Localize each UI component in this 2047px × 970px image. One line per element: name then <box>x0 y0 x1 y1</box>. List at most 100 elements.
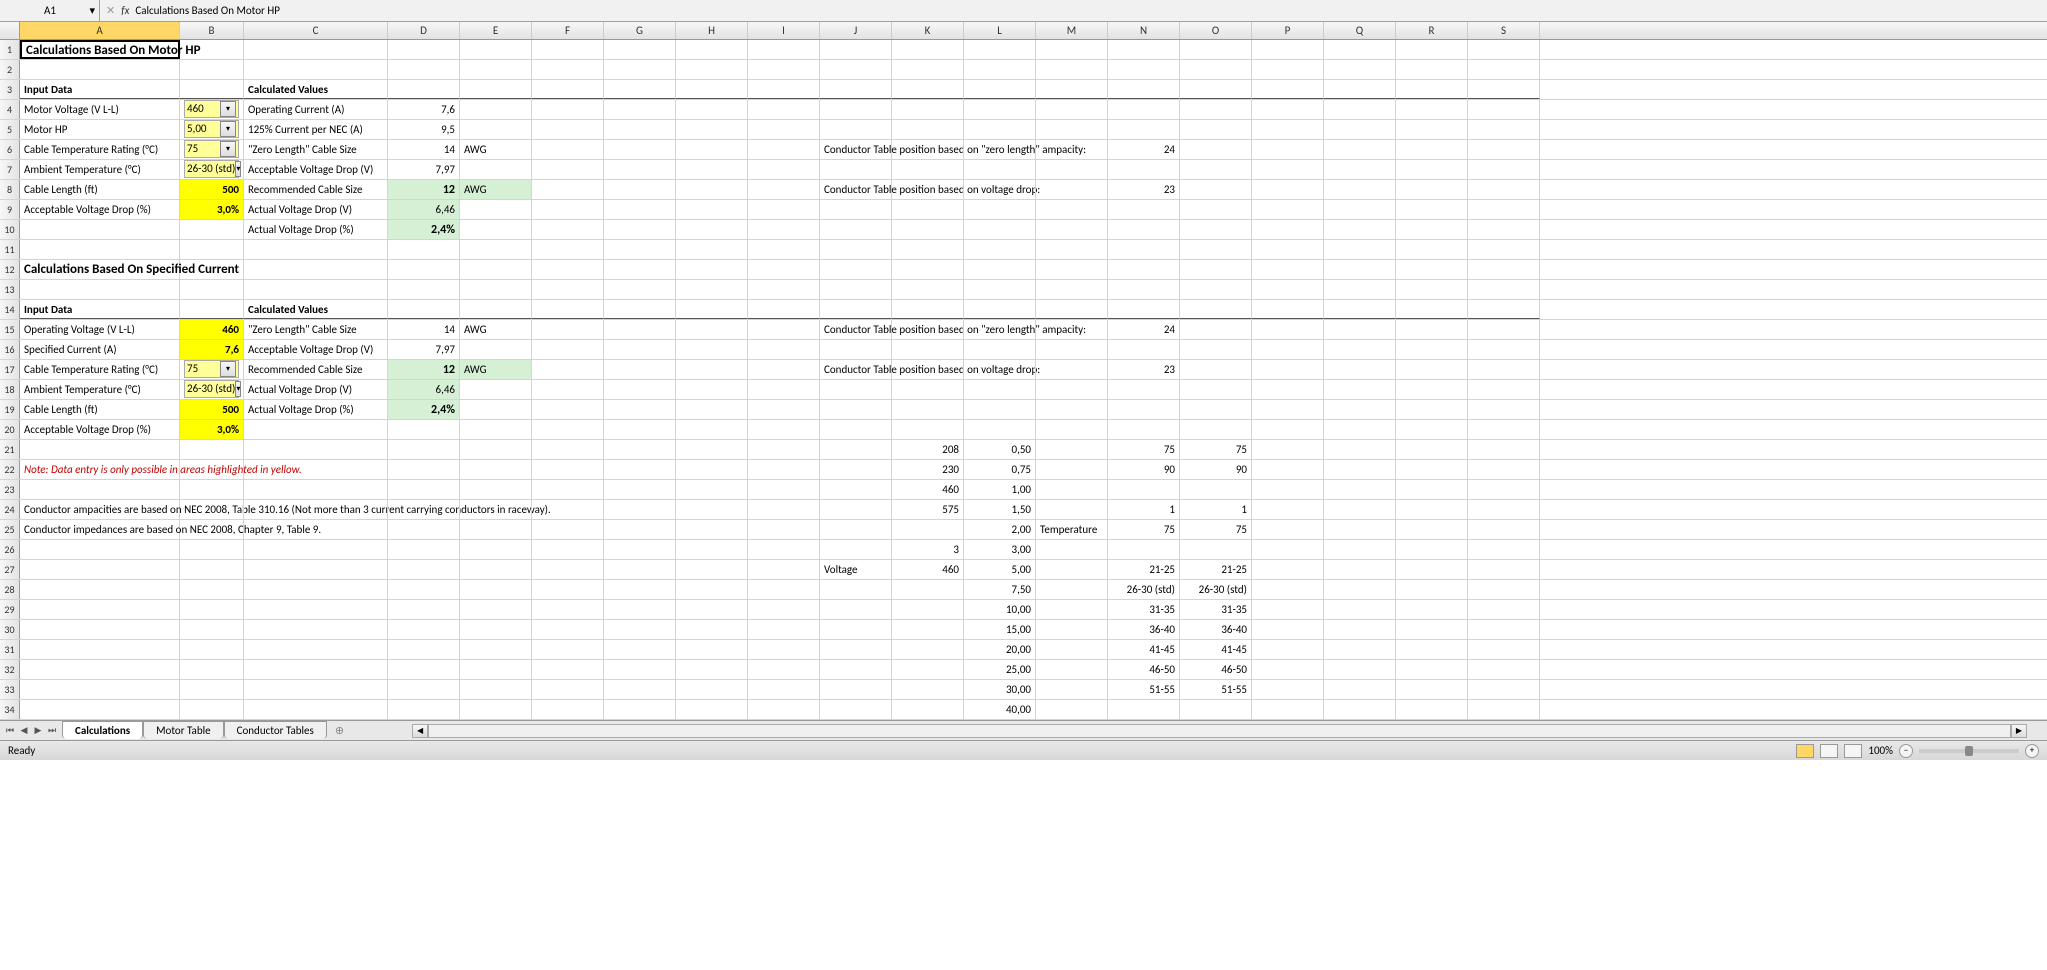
fx-icon[interactable]: fx <box>121 4 129 17</box>
cell[interactable] <box>820 680 892 699</box>
cell[interactable] <box>1252 60 1324 79</box>
cell[interactable] <box>180 500 244 519</box>
cell[interactable] <box>892 360 964 379</box>
cell[interactable] <box>1036 640 1108 659</box>
cell[interactable] <box>388 260 460 279</box>
cell[interactable] <box>460 380 532 399</box>
cell[interactable] <box>1108 160 1180 179</box>
cell[interactable] <box>180 680 244 699</box>
insert-sheet-icon[interactable]: ⊕ <box>327 722 352 739</box>
cell[interactable] <box>1396 280 1468 299</box>
cell[interactable] <box>892 200 964 219</box>
cell[interactable] <box>1468 280 1540 299</box>
cell[interactable] <box>676 60 748 79</box>
cell[interactable] <box>388 460 460 479</box>
column-header-C[interactable]: C <box>244 22 388 39</box>
cell[interactable] <box>676 140 748 159</box>
cell[interactable] <box>388 540 460 559</box>
cell[interactable] <box>964 120 1036 139</box>
cell[interactable] <box>20 580 180 599</box>
cell[interactable] <box>1252 500 1324 519</box>
cell[interactable] <box>1468 160 1540 179</box>
row-header[interactable]: 7 <box>0 160 20 179</box>
cell[interactable] <box>20 660 180 679</box>
cell[interactable] <box>388 620 460 639</box>
cell[interactable] <box>1180 280 1252 299</box>
row-header[interactable]: 23 <box>0 480 20 499</box>
cell[interactable] <box>604 100 676 119</box>
cell[interactable] <box>892 60 964 79</box>
dropdown-input[interactable]: 26-30 (std)▾ <box>180 160 244 179</box>
cell[interactable] <box>1180 340 1252 359</box>
cell[interactable] <box>964 340 1036 359</box>
input-cell[interactable]: 3,0% <box>180 200 244 219</box>
cell[interactable] <box>1180 540 1252 559</box>
cell[interactable] <box>388 560 460 579</box>
cell[interactable] <box>1324 120 1396 139</box>
cell[interactable] <box>460 340 532 359</box>
cell[interactable] <box>1324 360 1396 379</box>
cell[interactable] <box>1252 380 1324 399</box>
cell[interactable] <box>1036 380 1108 399</box>
cell[interactable] <box>532 420 604 439</box>
cell[interactable] <box>532 80 604 99</box>
cell[interactable] <box>748 500 820 519</box>
cell[interactable] <box>388 420 460 439</box>
cell[interactable] <box>748 580 820 599</box>
column-header-A[interactable]: A <box>20 22 180 39</box>
dropdown-input[interactable]: 460▾ <box>180 100 244 119</box>
cell[interactable] <box>180 700 244 719</box>
cell[interactable] <box>892 160 964 179</box>
select-all-corner[interactable] <box>0 22 20 39</box>
cell[interactable] <box>1324 160 1396 179</box>
cell[interactable] <box>244 40 388 59</box>
cell[interactable] <box>1324 320 1396 339</box>
cell[interactable] <box>460 500 532 519</box>
cell[interactable] <box>1108 400 1180 419</box>
cell[interactable] <box>748 100 820 119</box>
cell[interactable] <box>1468 260 1540 279</box>
cell[interactable] <box>1324 440 1396 459</box>
horizontal-scrollbar[interactable] <box>428 724 2011 738</box>
cell[interactable] <box>1252 420 1324 439</box>
normal-view-button[interactable] <box>1796 744 1814 758</box>
cell[interactable] <box>180 620 244 639</box>
cell[interactable] <box>1468 480 1540 499</box>
cell[interactable] <box>388 480 460 499</box>
hscroll-left-icon[interactable]: ◀ <box>412 724 428 738</box>
cell[interactable] <box>532 220 604 239</box>
dropdown-icon[interactable]: ▾ <box>235 381 241 397</box>
cell[interactable] <box>604 580 676 599</box>
cell[interactable] <box>1252 200 1324 219</box>
cell[interactable] <box>460 460 532 479</box>
cell[interactable] <box>388 240 460 259</box>
cell[interactable] <box>1036 80 1108 99</box>
cell[interactable] <box>244 520 388 539</box>
cell[interactable] <box>1468 140 1540 159</box>
zoom-level[interactable]: 100% <box>1868 744 1893 757</box>
row-header[interactable]: 22 <box>0 460 20 479</box>
cell[interactable] <box>676 340 748 359</box>
column-header-E[interactable]: E <box>460 22 532 39</box>
tab-next-icon[interactable]: ▶ <box>32 724 44 738</box>
cell[interactable] <box>1324 220 1396 239</box>
cell[interactable] <box>964 100 1036 119</box>
cell[interactable] <box>676 460 748 479</box>
cell[interactable] <box>1324 500 1396 519</box>
row-header[interactable]: 13 <box>0 280 20 299</box>
cell[interactable] <box>892 80 964 99</box>
row-header[interactable]: 3 <box>0 80 20 99</box>
row-header[interactable]: 19 <box>0 400 20 419</box>
cell[interactable] <box>820 380 892 399</box>
row-header[interactable]: 1 <box>0 40 20 59</box>
cell[interactable] <box>676 480 748 499</box>
cell[interactable] <box>820 400 892 419</box>
cell[interactable] <box>964 420 1036 439</box>
cell[interactable] <box>20 600 180 619</box>
cell[interactable] <box>1180 480 1252 499</box>
cell[interactable] <box>604 180 676 199</box>
cell[interactable] <box>460 660 532 679</box>
cell[interactable] <box>604 320 676 339</box>
cell[interactable] <box>532 120 604 139</box>
cell[interactable] <box>244 60 388 79</box>
